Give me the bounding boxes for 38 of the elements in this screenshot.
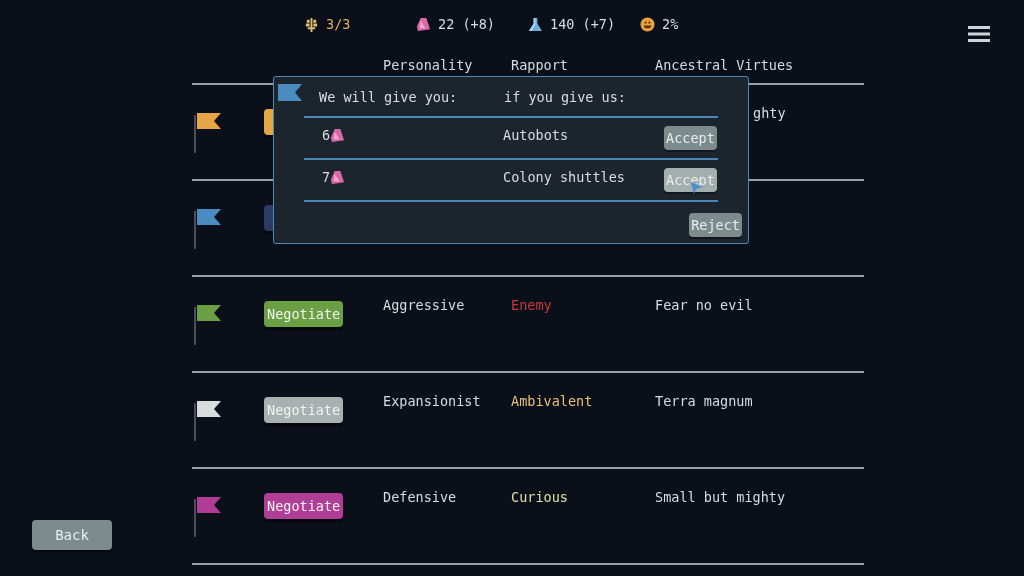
rapport-text: Curious <box>511 489 568 505</box>
personality-text: Aggressive <box>383 297 465 313</box>
virtues-text: Small but mighty <box>655 489 786 505</box>
offer-request: Colony shuttles <box>503 169 626 185</box>
button-edge[interactable] <box>264 109 273 135</box>
gem-icon <box>330 169 346 185</box>
give-heading: We will give you: <box>319 88 459 105</box>
resource-count: 140 (+7) <box>550 16 616 32</box>
offer-request: Autobots <box>503 127 570 143</box>
smiley-icon <box>640 16 655 32</box>
gem-icon <box>330 127 346 143</box>
column-header: Rapport <box>511 57 569 73</box>
resource-count: 22 (+8) <box>438 16 495 32</box>
negotiate-button[interactable]: Negotiate <box>264 397 344 423</box>
virtues-text: ghty <box>753 105 786 121</box>
virtues-text: Fear no evil <box>655 297 753 313</box>
negotiate-button[interactable]: Negotiate <box>264 301 344 327</box>
resource-count: 2% <box>662 16 679 32</box>
gem-icon <box>416 16 431 32</box>
wheat-icon <box>304 16 319 32</box>
offer-amount: 7 <box>322 169 331 185</box>
request-heading: if you give us: <box>504 88 626 105</box>
personality-text: Defensive <box>383 489 457 505</box>
virtues-text: Terra magnum <box>655 393 753 409</box>
offer-amount: 6 <box>322 127 331 143</box>
rapport-text: Enemy <box>511 297 552 313</box>
menu-icon[interactable] <box>968 26 990 42</box>
resource-count: 3/3 <box>326 16 351 32</box>
reject-button[interactable]: Reject <box>689 213 742 237</box>
personality-text: Expansionist <box>383 393 481 409</box>
back-button[interactable]: Back <box>32 520 112 550</box>
column-header: Personality <box>383 57 474 73</box>
flask-icon <box>528 16 543 32</box>
accept-button[interactable]: Accept <box>664 168 717 192</box>
accept-button[interactable]: Accept <box>664 126 717 150</box>
rapport-text: Ambivalent <box>511 393 593 409</box>
column-header: Ancestral Virtues <box>655 57 795 73</box>
negotiate-button[interactable]: Negotiate <box>264 493 344 519</box>
